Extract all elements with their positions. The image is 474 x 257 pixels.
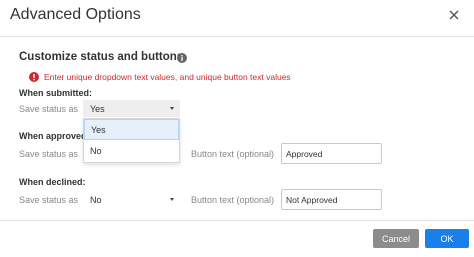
chevron-down-icon: [170, 198, 174, 201]
section-heading: Customize status and buttons: [19, 51, 184, 63]
submitted-status-value: Yes: [90, 103, 105, 114]
submitted-save-label: Save status as: [19, 104, 79, 114]
dropdown-option-no[interactable]: No: [84, 140, 179, 161]
approved-save-label: Save status as: [19, 149, 79, 159]
header-divider: [0, 36, 474, 37]
ok-button[interactable]: OK: [425, 229, 469, 248]
approved-label: When approved: [19, 131, 87, 141]
declined-save-label: Save status as: [19, 195, 79, 205]
status-dropdown-menu: Yes No: [83, 118, 180, 163]
dialog-title: Advanced Options: [10, 6, 141, 23]
cancel-button[interactable]: Cancel: [373, 229, 419, 248]
submitted-label: When submitted:: [19, 88, 92, 98]
error-message: Enter unique dropdown text values, and u…: [29, 72, 291, 82]
info-icon[interactable]: [177, 53, 187, 63]
error-text: Enter unique dropdown text values, and u…: [44, 72, 291, 82]
chevron-down-icon: [170, 107, 174, 110]
footer-divider: [0, 220, 474, 221]
close-icon[interactable]: [448, 9, 460, 21]
approved-button-text-input[interactable]: [281, 143, 382, 164]
error-icon: [29, 72, 39, 82]
dropdown-option-yes[interactable]: Yes: [84, 119, 179, 140]
declined-status-value: No: [90, 194, 102, 205]
declined-button-text-input[interactable]: [281, 189, 382, 210]
approved-button-label: Button text (optional): [191, 149, 275, 159]
declined-label: When declined:: [19, 177, 86, 187]
declined-button-label: Button text (optional): [191, 195, 275, 205]
submitted-status-select[interactable]: Yes: [83, 100, 180, 117]
declined-status-select[interactable]: No: [83, 191, 180, 208]
